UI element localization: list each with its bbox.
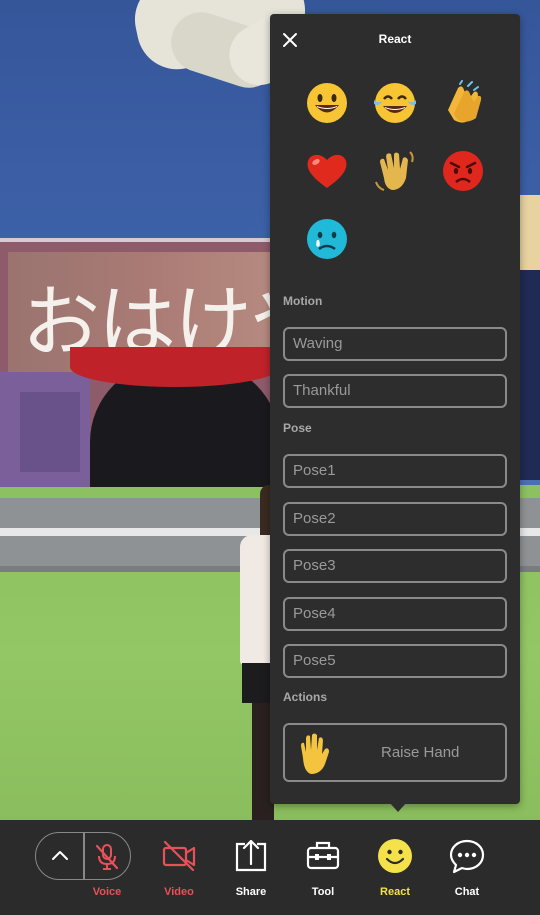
share-label: Share (235, 886, 267, 898)
clapping-hands-icon[interactable] (440, 80, 486, 126)
raise-hand-button[interactable]: Raise Hand (283, 723, 507, 782)
stage-curtain (70, 347, 280, 387)
motion-thankful-button[interactable]: Thankful (283, 374, 507, 408)
sign-side-wall (20, 392, 80, 472)
video-button[interactable]: Video (149, 838, 209, 908)
smiley-icon (377, 838, 413, 874)
red-heart-icon[interactable] (304, 148, 350, 194)
chat-label: Chat (454, 886, 480, 898)
raised-hand-icon (293, 732, 333, 776)
pose3-button[interactable]: Pose3 (283, 549, 507, 583)
pose-section-label: Pose (283, 421, 312, 435)
bottom-toolbar: Voice Video Share Tool React Chat (0, 820, 540, 915)
toolbox-icon (305, 838, 341, 874)
building-block (520, 195, 540, 270)
voice-control-group (35, 832, 131, 880)
motion-section-label: Motion (283, 294, 323, 308)
shop-sign: おはけや (0, 238, 328, 487)
building-block (520, 270, 540, 480)
waving-hand-icon[interactable] (372, 148, 418, 194)
tool-label: Tool (311, 886, 335, 898)
raise-hand-label: Raise Hand (381, 744, 460, 761)
chat-button[interactable]: Chat (437, 838, 497, 908)
react-panel: React Motion Waving Thankful Pose Pose1 … (270, 14, 520, 804)
crying-face-icon[interactable] (304, 216, 350, 262)
panel-pointer (389, 802, 407, 812)
react-button[interactable]: React (365, 838, 425, 908)
chevron-up-icon[interactable] (48, 843, 72, 867)
pose5-button[interactable]: Pose5 (283, 644, 507, 678)
grinning-face-icon[interactable] (304, 80, 350, 126)
share-screen-icon (233, 838, 269, 874)
actions-section-label: Actions (283, 690, 328, 704)
voice-label: Voice (92, 886, 122, 898)
pose4-button[interactable]: Pose4 (283, 597, 507, 631)
video-label: Video (164, 886, 194, 898)
panel-title: React (378, 32, 412, 46)
share-button[interactable]: Share (221, 838, 281, 908)
pose1-button[interactable]: Pose1 (283, 454, 507, 488)
angry-face-icon[interactable] (440, 148, 486, 194)
mic-muted-icon[interactable] (94, 843, 120, 871)
tears-of-joy-icon[interactable] (372, 80, 418, 126)
video-muted-icon (161, 838, 197, 874)
tool-button[interactable]: Tool (293, 838, 353, 908)
divider (83, 833, 85, 879)
motion-waving-button[interactable]: Waving (283, 327, 507, 361)
pose2-button[interactable]: Pose2 (283, 502, 507, 536)
react-label: React (380, 886, 410, 898)
chat-bubble-icon (449, 838, 485, 874)
